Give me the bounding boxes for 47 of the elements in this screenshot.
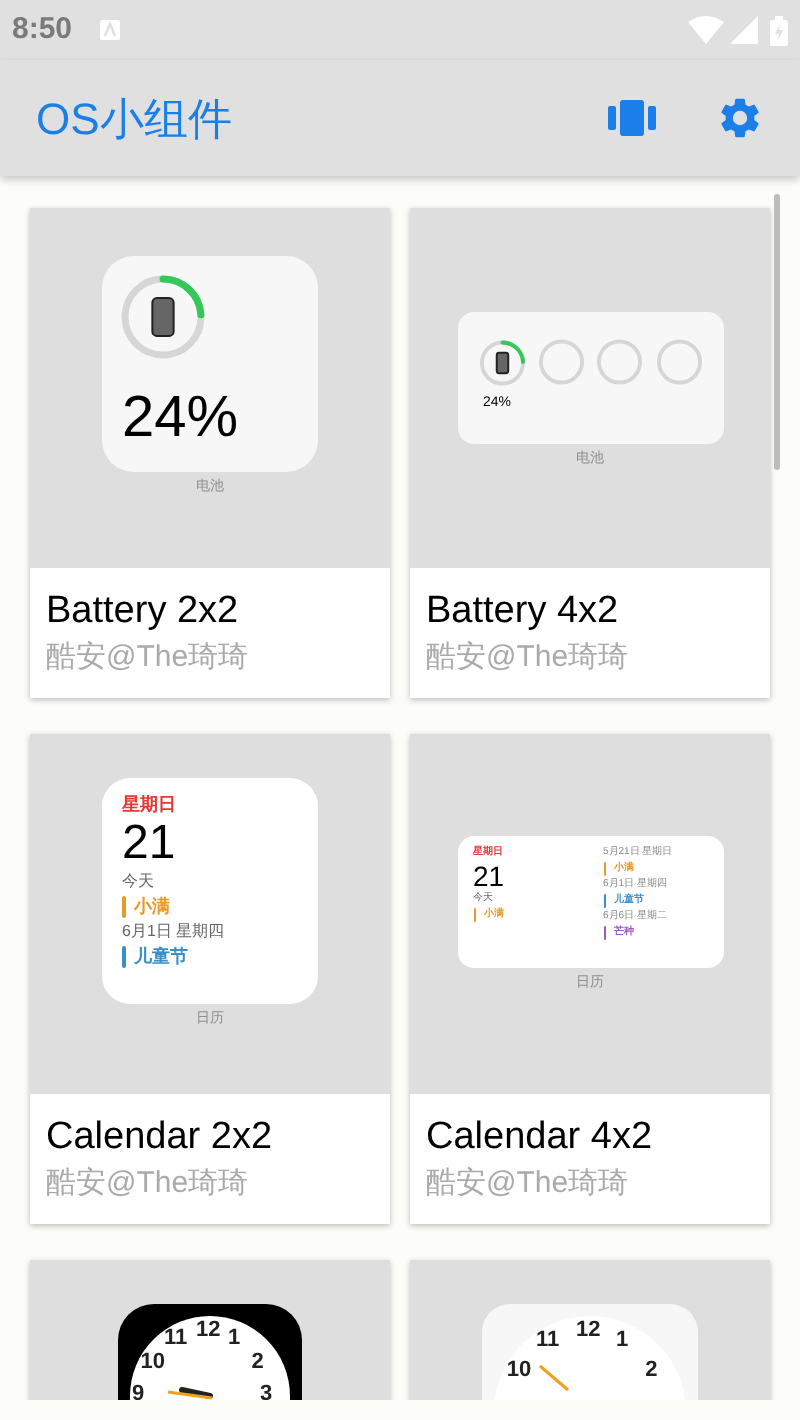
- clock-numeral: 2: [251, 1352, 264, 1374]
- battery-percent: 24%: [122, 390, 241, 448]
- notification-icon: [100, 20, 121, 40]
- empty-ring-icon: [596, 338, 644, 386]
- clock-hand-icon: [538, 1364, 570, 1392]
- event-name: 小满: [134, 898, 170, 916]
- clock-numeral: 10: [140, 1352, 166, 1374]
- widget-title: Battery 4x2: [426, 588, 621, 636]
- settings-button[interactable]: [716, 94, 764, 142]
- clock-numeral: 12: [576, 1320, 601, 1342]
- clock-numeral: 9: [132, 1384, 145, 1400]
- battery-icon: [770, 15, 788, 45]
- widget-author: 酷安@The琦琦: [426, 640, 631, 678]
- weekday: 星期日: [122, 796, 178, 814]
- clock-numeral: 2: [645, 1360, 658, 1382]
- widget-title: Calendar 2x2: [46, 1114, 275, 1162]
- empty-ring-icon: [537, 338, 585, 386]
- signal-icon: [730, 16, 758, 44]
- clock-hands-icon: [166, 1384, 214, 1400]
- clock-numeral: 12: [196, 1320, 221, 1342]
- carousel-button[interactable]: [608, 100, 656, 136]
- widget-card[interactable]: 11 12 1 10 2 9 3: [30, 1260, 390, 1400]
- clock-numeral: 1: [228, 1328, 241, 1351]
- event-date: 6月1日 星期四: [122, 924, 227, 940]
- wifi-icon: [688, 16, 724, 44]
- clock-numeral: 10: [506, 1360, 532, 1382]
- day-number: 21: [473, 862, 507, 890]
- carousel-icon: [608, 100, 656, 136]
- battery-ring-icon: [477, 338, 526, 388]
- widget-author: 酷安@The琦琦: [426, 1166, 631, 1204]
- widget-title: Battery 2x2: [46, 588, 241, 636]
- empty-ring-icon: [655, 338, 703, 386]
- clock-numeral: 3: [260, 1384, 273, 1400]
- event-name: 儿童节: [134, 948, 188, 966]
- settings-icon: [716, 94, 764, 142]
- widget-author: 酷安@The琦琦: [46, 1166, 251, 1204]
- battery-ring-icon: [118, 272, 208, 362]
- widget-card[interactable]: 11 12 1 10 2: [410, 1260, 770, 1400]
- today-label: 今天: [122, 874, 156, 890]
- status-time: 8:50: [12, 9, 73, 50]
- day-number: 21: [122, 820, 178, 868]
- clock-numeral: 1: [616, 1330, 629, 1353]
- clock-numeral: 11: [536, 1330, 560, 1353]
- clock-numeral: 11: [164, 1328, 188, 1351]
- app-title: OS小组件: [36, 91, 234, 147]
- widget-title: Calendar 4x2: [426, 1114, 655, 1162]
- widget-author: 酷安@The琦琦: [46, 640, 251, 678]
